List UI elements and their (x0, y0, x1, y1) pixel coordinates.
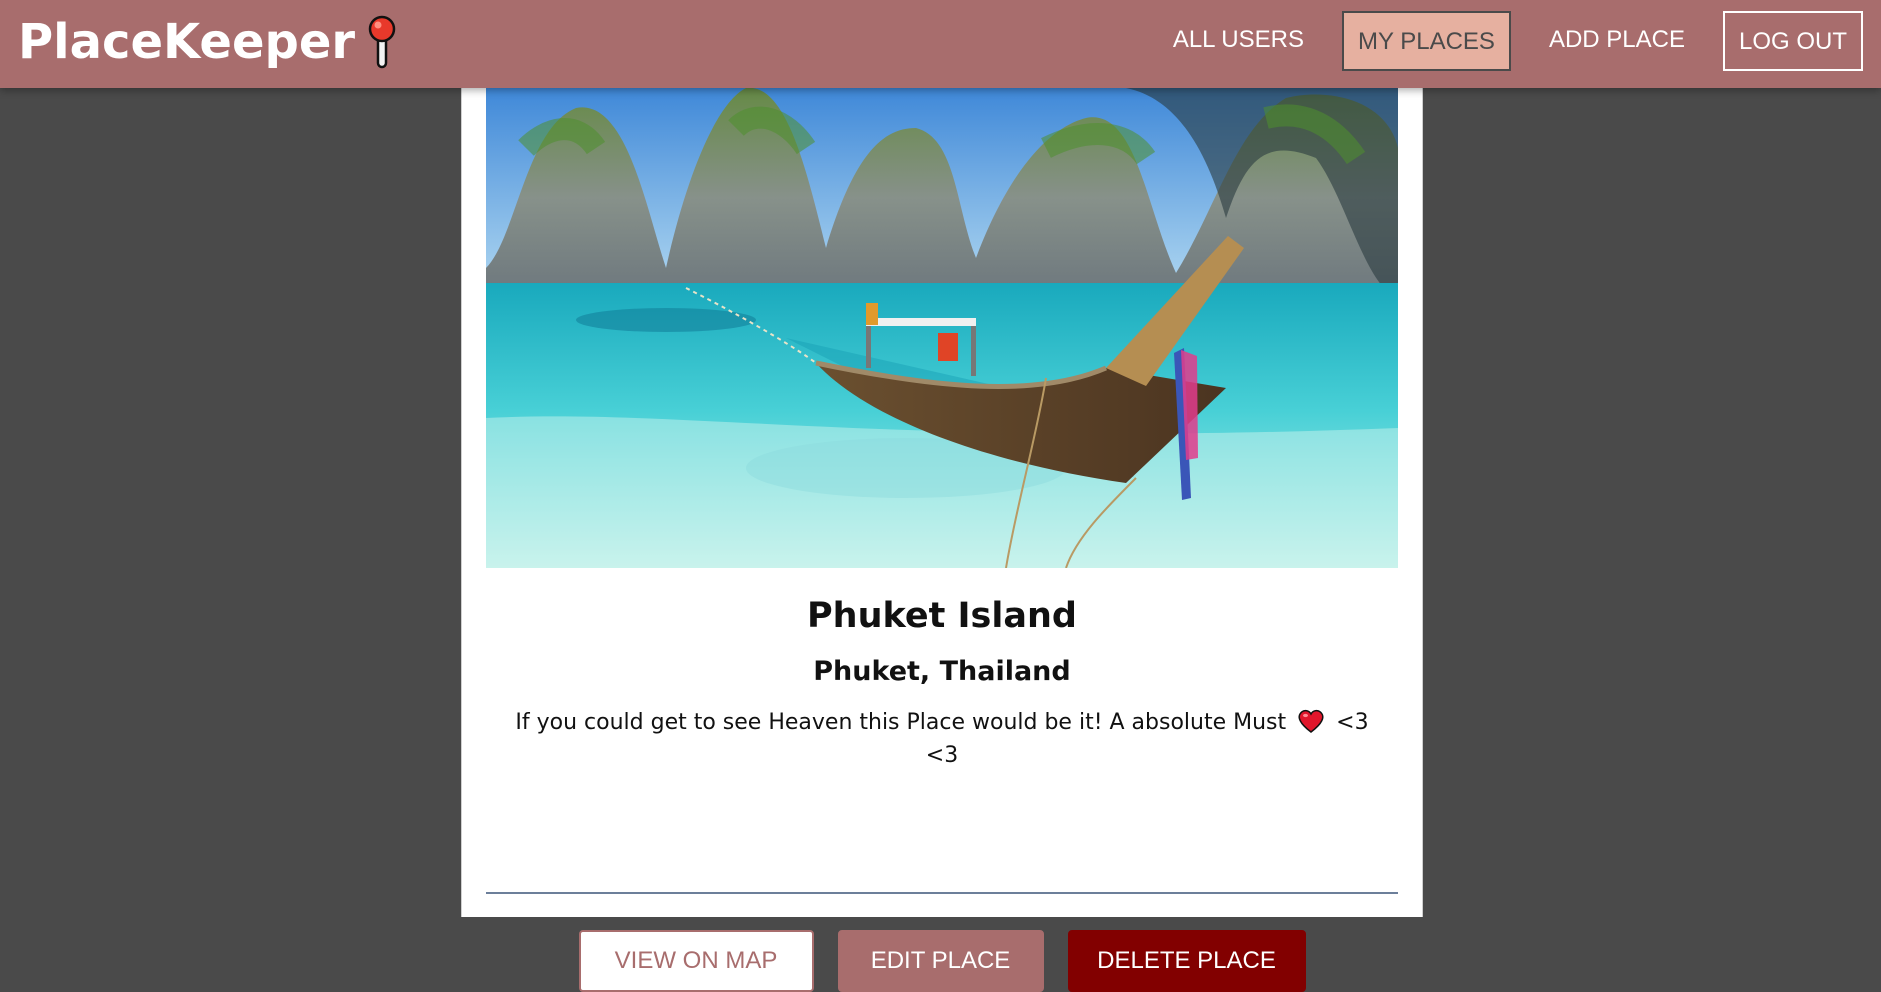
edit-place-button[interactable]: EDIT PLACE (837, 930, 1044, 992)
main-nav: ALL USERS MY PLACES ADD PLACE LOG OUT (1159, 10, 1881, 72)
description-text: If you could get to see Heaven this Plac… (515, 710, 1287, 735)
nav-my-places[interactable]: MY PLACES (1341, 11, 1511, 71)
card-divider (486, 892, 1398, 894)
place-address: Phuket, Thailand (813, 656, 1071, 687)
map-pin-icon (367, 13, 397, 71)
place-image (486, 88, 1398, 568)
delete-place-button[interactable]: DELETE PLACE (1067, 930, 1306, 992)
main-header: PlaceKeeper ALL USERS MY PLACES ADD PLAC… (0, 0, 1881, 88)
place-actions: VIEW ON MAP EDIT PLACE DELETE PLACE (462, 930, 1422, 992)
brand[interactable]: PlaceKeeper (18, 12, 397, 72)
heart-icon (1297, 709, 1325, 733)
nav-add-place[interactable]: ADD PLACE (1535, 11, 1699, 71)
logout-button[interactable]: LOG OUT (1722, 11, 1863, 71)
nav-all-users[interactable]: ALL USERS (1159, 11, 1318, 71)
place-card: Phuket Island Phuket, Thailand If you co… (461, 88, 1423, 992)
place-title: Phuket Island (807, 596, 1077, 636)
place-description: If you could get to see Heaven this Plac… (502, 706, 1382, 772)
view-on-map-button[interactable]: VIEW ON MAP (578, 930, 814, 992)
brand-title[interactable]: PlaceKeeper (18, 12, 355, 72)
